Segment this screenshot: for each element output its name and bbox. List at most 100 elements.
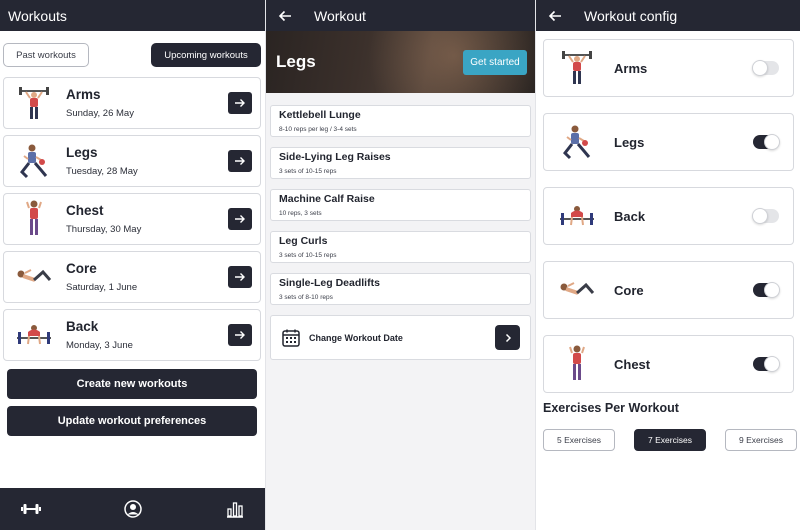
exercise-list: Kettlebell Lunge 8-10 reps per leg / 3-4…: [266, 93, 535, 305]
chest-figure-icon: [14, 199, 54, 239]
open-workout-button[interactable]: [228, 92, 252, 114]
page-title: Workouts: [8, 7, 67, 24]
workout-date: Sunday, 26 May: [66, 108, 134, 119]
workout-screen: Workout Legs Get started Kettlebell Lung…: [266, 0, 536, 530]
config-item-name: Back: [614, 208, 646, 224]
workout-name: Arms: [66, 87, 101, 102]
legs-figure-icon: [14, 141, 54, 181]
exercises-per-workout-options: 5 Exercises 7 Exercises 9 Exercises: [536, 415, 800, 451]
config-item-name: Legs: [614, 134, 645, 150]
exercise-name: Single-Leg Deadlifts: [279, 277, 380, 289]
dumbbell-icon[interactable]: [20, 498, 42, 520]
calendar-icon: [281, 328, 301, 348]
legs-figure-icon: [558, 121, 596, 163]
core-figure-icon: [14, 257, 54, 297]
workout-list: Arms Sunday, 26 May Legs Tuesday, 28 May…: [0, 67, 265, 361]
tab-upcoming-workouts[interactable]: Upcoming workouts: [151, 43, 261, 67]
arrow-right-icon: [235, 331, 245, 339]
workouts-screen: Workouts Past workouts Upcoming workouts: [0, 0, 266, 530]
chest-toggle[interactable]: [753, 356, 780, 372]
config-list: Arms Legs Back Core Chest: [536, 31, 800, 393]
exercise-item[interactable]: Kettlebell Lunge 8-10 reps per leg / 3-4…: [270, 105, 531, 137]
workouts-tabs: Past workouts Upcoming workouts: [0, 31, 265, 67]
config-item-arms: Arms: [543, 39, 794, 97]
tab-past-workouts[interactable]: Past workouts: [3, 43, 89, 67]
arms-figure-icon: [14, 83, 54, 123]
profile-icon[interactable]: [122, 498, 144, 520]
exercise-item[interactable]: Side-Lying Leg Raises 3 sets of 10-15 re…: [270, 147, 531, 179]
exercise-description: 3 sets of 10-15 reps: [279, 252, 337, 259]
exercise-name: Side-Lying Leg Raises: [279, 151, 391, 163]
arrow-right-icon: [235, 215, 245, 223]
config-item-name: Chest: [614, 356, 651, 372]
workout-hero-banner: Legs Get started: [266, 31, 535, 93]
workout-name: Legs: [66, 145, 98, 160]
exercise-description: 10 reps, 3 sets: [279, 210, 322, 217]
option-5-exercises[interactable]: 5 Exercises: [543, 429, 615, 451]
back-figure-icon: [558, 195, 596, 237]
option-9-exercises[interactable]: 9 Exercises: [725, 429, 797, 451]
config-app-bar: Workout config: [536, 0, 800, 31]
chevron-right-icon: [505, 333, 511, 342]
workout-card-core[interactable]: Core Saturday, 1 June: [3, 251, 261, 303]
workout-card-legs[interactable]: Legs Tuesday, 28 May: [3, 135, 261, 187]
exercise-name: Machine Calf Raise: [279, 193, 375, 205]
arms-toggle[interactable]: [752, 60, 779, 76]
core-figure-icon: [558, 269, 596, 311]
config-item-name: Arms: [614, 60, 648, 76]
back-arrow-icon[interactable]: [278, 9, 298, 23]
update-workout-preferences-button[interactable]: Update workout preferences: [7, 406, 257, 436]
config-item-legs: Legs: [543, 113, 794, 171]
workout-date: Thursday, 30 May: [66, 224, 142, 235]
page-title: Workout config: [584, 7, 678, 24]
exercise-description: 3 sets of 10-15 reps: [279, 168, 337, 175]
config-item-back: Back: [543, 187, 794, 245]
workout-name: Back: [66, 319, 99, 334]
back-arrow-icon[interactable]: [548, 9, 568, 23]
core-toggle[interactable]: [753, 282, 780, 298]
option-7-exercises[interactable]: 7 Exercises: [634, 429, 706, 451]
chest-figure-icon: [558, 343, 596, 385]
workout-card-chest[interactable]: Chest Thursday, 30 May: [3, 193, 261, 245]
arms-figure-icon: [558, 47, 596, 89]
workout-date: Monday, 3 June: [66, 340, 133, 351]
exercise-description: 3 sets of 8-10 reps: [279, 294, 333, 301]
exercise-item[interactable]: Leg Curls 3 sets of 10-15 reps: [270, 231, 531, 263]
legs-toggle[interactable]: [753, 134, 780, 150]
create-new-workouts-button[interactable]: Create new workouts: [7, 369, 257, 399]
workout-config-screen: Workout config Arms Legs Back Core Chest…: [536, 0, 800, 530]
exercise-name: Leg Curls: [279, 235, 328, 247]
config-item-core: Core: [543, 261, 794, 319]
arrow-right-icon: [235, 99, 245, 107]
exercises-per-workout-heading: Exercises Per Workout: [543, 401, 679, 415]
change-date-button[interactable]: [495, 325, 520, 350]
open-workout-button[interactable]: [228, 208, 252, 230]
config-item-name: Core: [614, 282, 644, 298]
exercise-description: 8-10 reps per leg / 3-4 sets: [279, 126, 357, 133]
bottom-navigation: [0, 488, 265, 530]
workout-name: Chest: [66, 203, 104, 218]
workout-name: Core: [66, 261, 97, 276]
change-workout-date-card[interactable]: Change Workout Date: [270, 315, 531, 360]
arrow-right-icon: [235, 273, 245, 281]
back-figure-icon: [14, 315, 54, 355]
open-workout-button[interactable]: [228, 324, 252, 346]
open-workout-button[interactable]: [228, 150, 252, 172]
exercise-item[interactable]: Machine Calf Raise 10 reps, 3 sets: [270, 189, 531, 221]
workout-card-arms[interactable]: Arms Sunday, 26 May: [3, 77, 261, 129]
workouts-app-bar: Workouts: [0, 0, 265, 31]
hero-title: Legs: [276, 52, 316, 71]
page-title: Workout: [314, 7, 366, 24]
config-item-chest: Chest: [543, 335, 794, 393]
open-workout-button[interactable]: [228, 266, 252, 288]
back-toggle[interactable]: [752, 208, 779, 224]
workout-date: Tuesday, 28 May: [66, 166, 138, 177]
get-started-button[interactable]: Get started: [463, 49, 527, 75]
workout-app-bar: Workout: [266, 0, 535, 31]
workout-card-back[interactable]: Back Monday, 3 June: [3, 309, 261, 361]
exercise-item[interactable]: Single-Leg Deadlifts 3 sets of 8-10 reps: [270, 273, 531, 305]
stats-icon[interactable]: [224, 498, 246, 520]
workout-date: Saturday, 1 June: [66, 282, 138, 293]
arrow-right-icon: [235, 157, 245, 165]
change-date-label: Change Workout Date: [309, 332, 403, 343]
